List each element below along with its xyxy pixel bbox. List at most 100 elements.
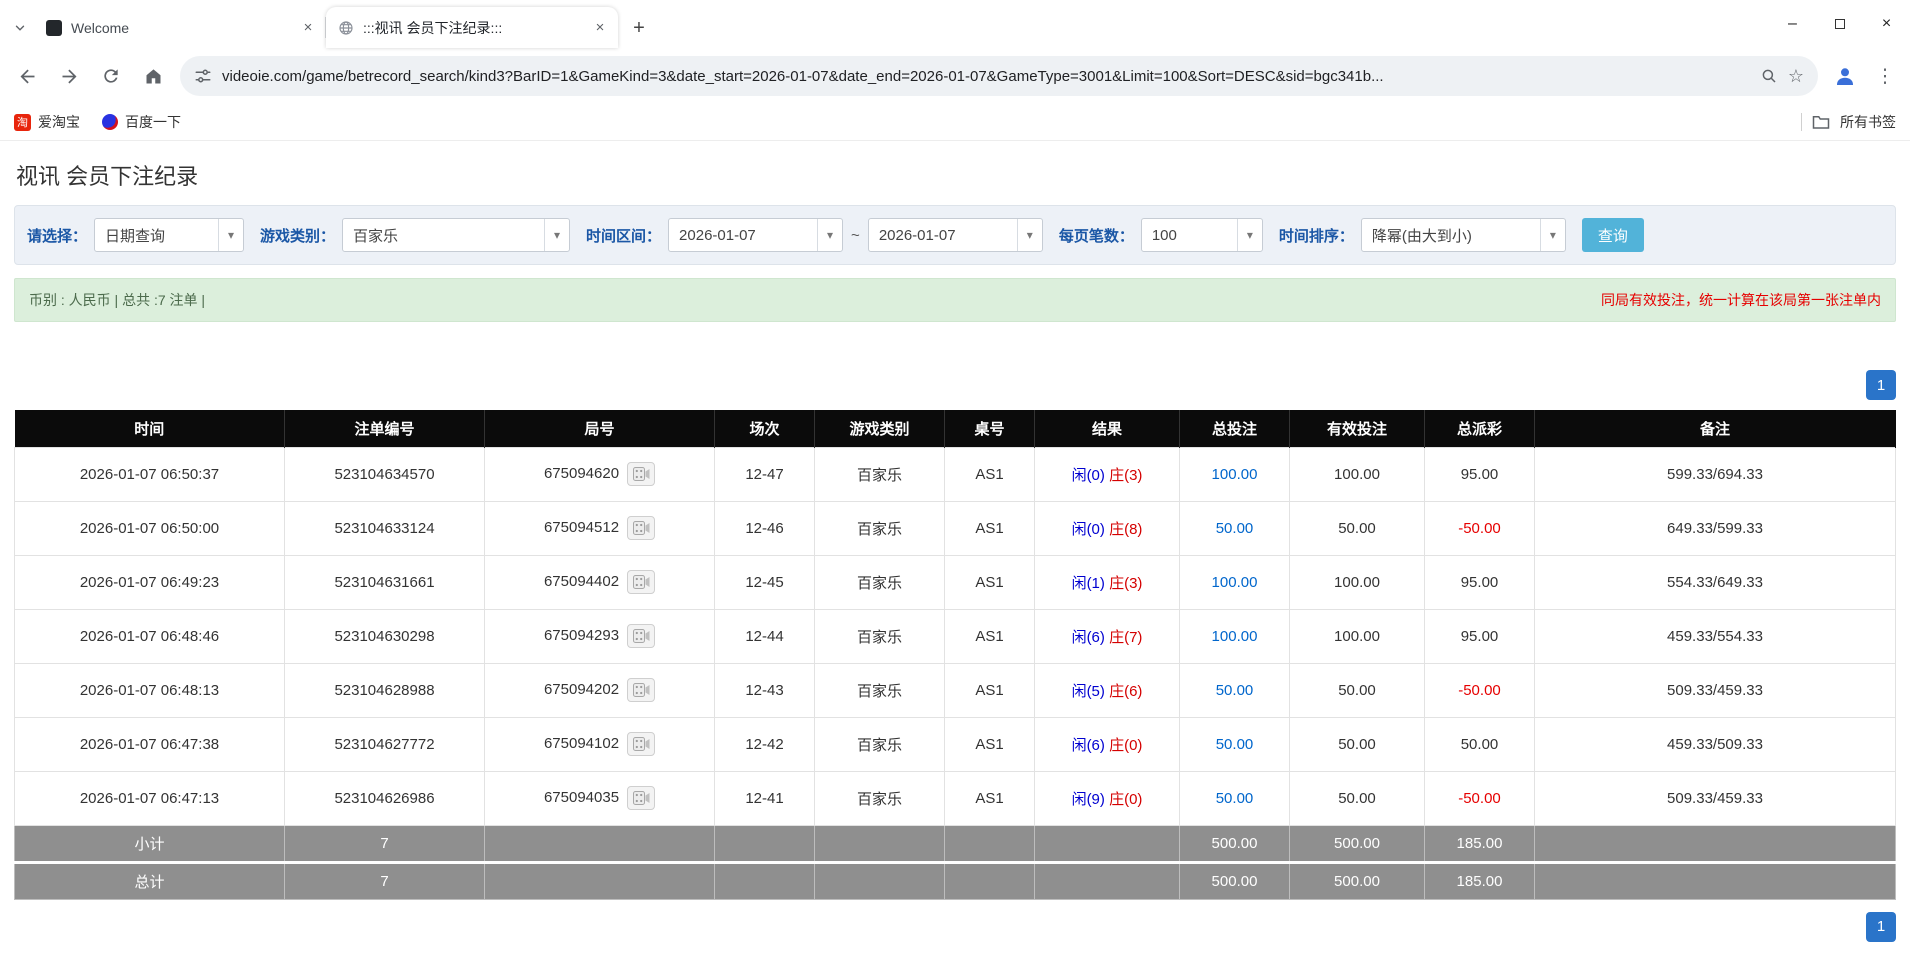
site-settings-button[interactable]	[194, 67, 212, 85]
total-bet-link[interactable]: 100.00	[1212, 574, 1258, 591]
total-row: 总计 7 500.00 500.00 185.00	[14, 860, 1896, 900]
tab-bet-records[interactable]: :::视讯 会员下注纪录::: ×	[326, 7, 618, 48]
video-replay-icon[interactable]	[627, 624, 656, 648]
forward-button[interactable]	[50, 57, 88, 95]
page-size-select[interactable]: 100 ▾	[1140, 218, 1263, 252]
address-bar[interactable]: videoie.com/game/betrecord_search/kind3?…	[180, 56, 1818, 96]
cell-table-no: AS1	[944, 446, 1035, 502]
table-footer: 小计 7 500.00 500.00 185.00 总计 7 500.00 50…	[14, 824, 1896, 900]
cell-note: 459.33/554.33	[1534, 608, 1896, 664]
total-bet-link[interactable]: 50.00	[1216, 736, 1254, 753]
zoom-button[interactable]	[1760, 67, 1778, 85]
profile-button[interactable]	[1826, 57, 1864, 95]
cell-note: 509.33/459.33	[1534, 662, 1896, 718]
total-bet-link[interactable]: 100.00	[1212, 466, 1258, 483]
cell-table-no: AS1	[944, 770, 1035, 826]
total-bet-link[interactable]: 100.00	[1212, 628, 1258, 645]
back-button[interactable]	[8, 57, 46, 95]
caret-down-icon[interactable]: ▾	[1236, 219, 1262, 251]
minimize-button[interactable]: –	[1769, 0, 1816, 48]
caret-down-icon[interactable]: ▾	[1539, 219, 1565, 251]
date-end-value: 2026-01-07	[878, 226, 956, 244]
table-row: 2026-01-07 06:50:37 523104634570 675094620…	[14, 446, 1896, 502]
caret-down-icon[interactable]: ▾	[1016, 219, 1042, 251]
browser-tab-strip: Welcome × :::视讯 会员下注纪录::: × + – ×	[0, 0, 1910, 48]
total-bet-link[interactable]: 50.00	[1216, 520, 1254, 537]
total-bet-link[interactable]: 50.00	[1216, 682, 1254, 699]
cell-bet-id: 523104626986	[284, 770, 485, 826]
col-header-total-bet: 总投注	[1179, 410, 1290, 447]
game-type-select[interactable]: 百家乐 ▾	[342, 218, 571, 252]
total-payout: 185.00	[1424, 860, 1535, 900]
reload-button[interactable]	[92, 57, 130, 95]
cell-valid-bet: 50.00	[1289, 716, 1425, 772]
globe-icon	[339, 20, 353, 35]
profile-avatar-icon	[1837, 68, 1853, 85]
video-replay-icon[interactable]	[627, 570, 656, 594]
pagination-page-1[interactable]: 1	[1866, 911, 1896, 942]
caret-down-icon[interactable]: ▾	[817, 219, 842, 251]
pagination-page-1[interactable]: 1	[1866, 370, 1896, 400]
cell-round: 675094202	[484, 662, 715, 718]
subtotal-total-bet: 500.00	[1179, 824, 1290, 863]
bookmarks-bar: 淘 爱淘宝 百度一下 所有书签	[0, 104, 1910, 141]
total-label: 总计	[14, 860, 285, 900]
all-bookmarks-button[interactable]: 所有书签	[1801, 112, 1896, 132]
tab-welcome[interactable]: Welcome ×	[34, 7, 326, 48]
caret-down-icon[interactable]: ▾	[544, 219, 569, 251]
date-start-select[interactable]: 2026-01-07 ▾	[668, 218, 844, 252]
table-header-row: 时间 注单编号 局号 场次 游戏类别 桌号 结果 总投注 有效投注 总派彩 备注	[14, 410, 1896, 447]
home-button[interactable]	[134, 57, 172, 95]
sort-select[interactable]: 降幂(由大到小) ▾	[1360, 218, 1566, 252]
reload-icon	[104, 69, 118, 83]
bookmark-star-button[interactable]: ☆	[1788, 66, 1804, 87]
bookmark-taobao[interactable]: 淘 爱淘宝	[14, 112, 80, 132]
date-end-select[interactable]: 2026-01-07 ▾	[867, 218, 1043, 252]
filter-label: 游戏类别：	[260, 227, 336, 245]
cell-session: 12-47	[714, 446, 815, 502]
total-empty-cell	[1534, 860, 1896, 900]
url-text[interactable]: videoie.com/game/betrecord_search/kind3?…	[222, 68, 1750, 85]
cell-bet-id: 523104628988	[284, 662, 485, 718]
bet-records-table: 时间 注单编号 局号 场次 游戏类别 桌号 结果 总投注 有效投注 总派彩 备注…	[14, 410, 1896, 900]
bookmark-baidu[interactable]: 百度一下	[102, 112, 181, 132]
tab-close-icon[interactable]: ×	[298, 18, 318, 38]
query-mode-select[interactable]: 日期查询 ▾	[94, 218, 245, 252]
video-replay-icon[interactable]	[627, 678, 656, 702]
result-player: 闲(0)	[1071, 466, 1105, 484]
date-separator: ~	[851, 226, 860, 244]
video-replay-icon[interactable]	[627, 732, 656, 756]
col-header-round: 局号	[484, 410, 715, 447]
subtotal-empty-cell	[814, 824, 945, 863]
col-header-result: 结果	[1034, 410, 1180, 447]
total-bet-link[interactable]: 50.00	[1216, 790, 1254, 807]
col-header-valid-bet: 有效投注	[1289, 410, 1425, 447]
cell-table-no: AS1	[944, 500, 1035, 556]
maximize-button[interactable]	[1816, 0, 1863, 48]
tune-icon	[195, 69, 211, 83]
video-replay-icon[interactable]	[627, 786, 656, 810]
subtotal-valid-bet: 500.00	[1289, 824, 1425, 863]
caret-down-icon[interactable]: ▾	[218, 219, 243, 251]
tab-close-icon[interactable]: ×	[590, 18, 610, 38]
payout-value: 95.00	[1460, 573, 1499, 591]
close-window-button[interactable]: ×	[1863, 0, 1910, 48]
cell-note: 649.33/599.33	[1534, 500, 1896, 556]
cell-session: 12-45	[714, 554, 815, 610]
new-tab-button[interactable]: +	[624, 13, 654, 43]
cell-game-type: 百家乐	[814, 716, 945, 772]
browser-menu-button[interactable]: ⋮	[1868, 65, 1902, 88]
video-glyph	[632, 575, 650, 589]
col-header-payout: 总派彩	[1424, 410, 1535, 447]
round-number: 675094402	[543, 572, 620, 590]
video-replay-icon[interactable]	[627, 516, 656, 540]
filter-sort: 时间排序： 降幂(由大到小) ▾	[1279, 218, 1566, 252]
pagination-top: 1	[14, 370, 1896, 400]
video-replay-icon[interactable]	[627, 462, 656, 486]
cell-table-no: AS1	[944, 608, 1035, 664]
cell-note: 554.33/649.33	[1534, 554, 1896, 610]
tab-search-button[interactable]	[6, 8, 34, 48]
cell-total-bet: 100.00	[1179, 554, 1290, 610]
round-number: 675094293	[543, 626, 620, 644]
search-button[interactable]: 查询	[1581, 218, 1644, 252]
